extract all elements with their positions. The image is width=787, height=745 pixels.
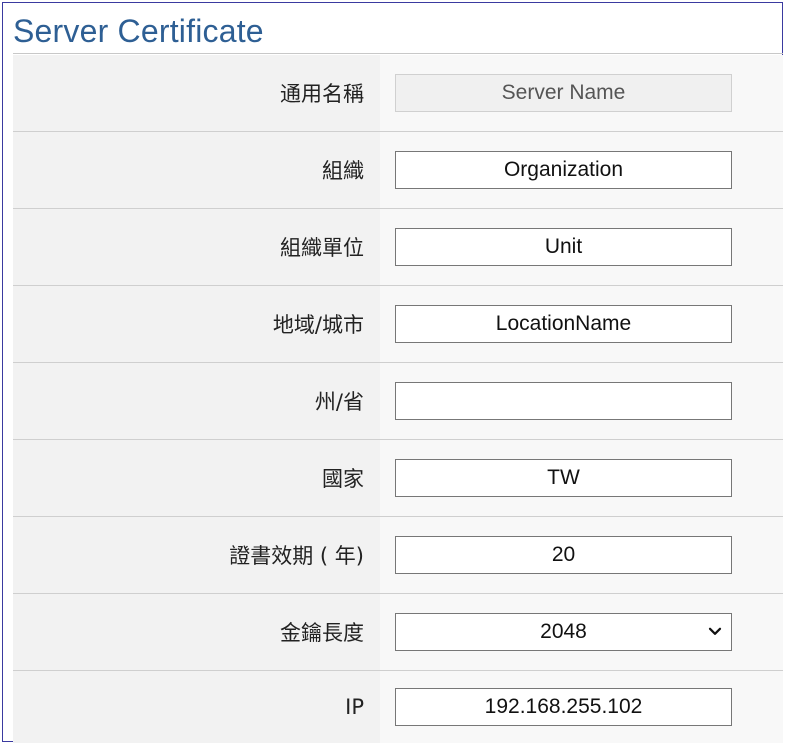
key-length-label: 金鑰長度 <box>280 621 364 645</box>
row-ip: IP 192.168.255.102 <box>13 671 783 743</box>
row-location: 地域/城市 LocationName <box>13 286 783 363</box>
common-name-label: 通用名稱 <box>280 82 364 106</box>
server-certificate-panel: Server Certificate 通用名稱 Server Name 組織 O… <box>2 2 783 743</box>
common-name-field: Server Name <box>395 74 732 112</box>
country-input[interactable]: TW <box>395 459 732 497</box>
ip-input[interactable]: 192.168.255.102 <box>395 688 732 726</box>
ip-label: IP <box>345 695 364 719</box>
organization-unit-input[interactable]: Unit <box>395 228 732 266</box>
location-label: 地域/城市 <box>272 313 364 337</box>
row-country: 國家 TW <box>13 440 783 517</box>
key-length-value: 2048 <box>540 620 587 643</box>
row-state: 州/省 <box>13 363 783 440</box>
row-validity: 證書效期 ( 年) 20 <box>13 517 783 594</box>
country-label: 國家 <box>322 467 364 491</box>
validity-label: 證書效期 ( 年) <box>229 544 364 568</box>
key-length-select[interactable]: 2048 <box>395 613 732 651</box>
certificate-form: 通用名稱 Server Name 組織 Organization 組織單位 Un… <box>13 55 783 743</box>
organization-unit-label: 組織單位 <box>280 236 364 260</box>
row-organization-unit: 組織單位 Unit <box>13 209 783 286</box>
row-key-length: 金鑰長度 2048 <box>13 594 783 671</box>
row-common-name: 通用名稱 Server Name <box>13 55 783 132</box>
title-divider <box>13 53 783 54</box>
validity-years-input[interactable]: 20 <box>395 536 732 574</box>
chevron-down-icon <box>708 627 722 635</box>
page-title: Server Certificate <box>13 13 264 49</box>
organization-label: 組織 <box>322 159 364 183</box>
location-input[interactable]: LocationName <box>395 305 732 343</box>
state-label: 州/省 <box>314 390 364 414</box>
state-input[interactable] <box>395 382 732 420</box>
row-organization: 組織 Organization <box>13 132 783 209</box>
organization-input[interactable]: Organization <box>395 151 732 189</box>
